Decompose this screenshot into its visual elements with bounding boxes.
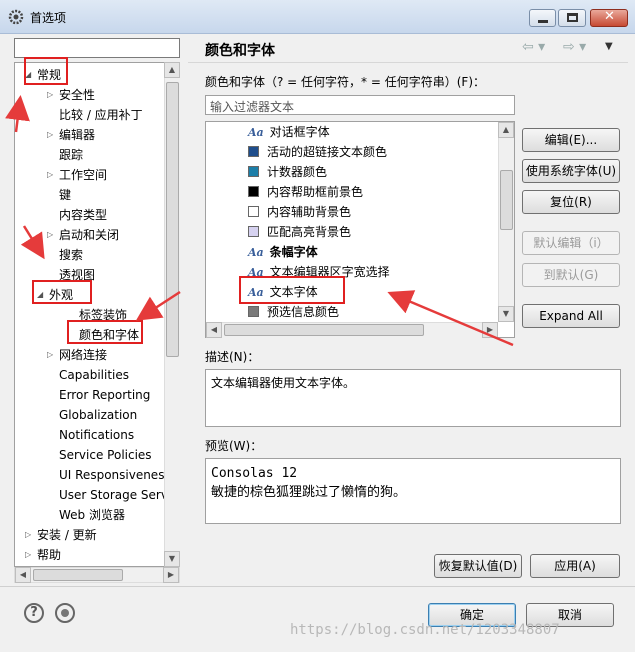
annotation-arrow-2 [20, 225, 45, 260]
annotation-arrows [5, 95, 514, 347]
annotation-arrow-3 [135, 290, 181, 321]
annotation-arrow-1 [5, 95, 30, 133]
annotation-arrow-4 [387, 290, 514, 347]
